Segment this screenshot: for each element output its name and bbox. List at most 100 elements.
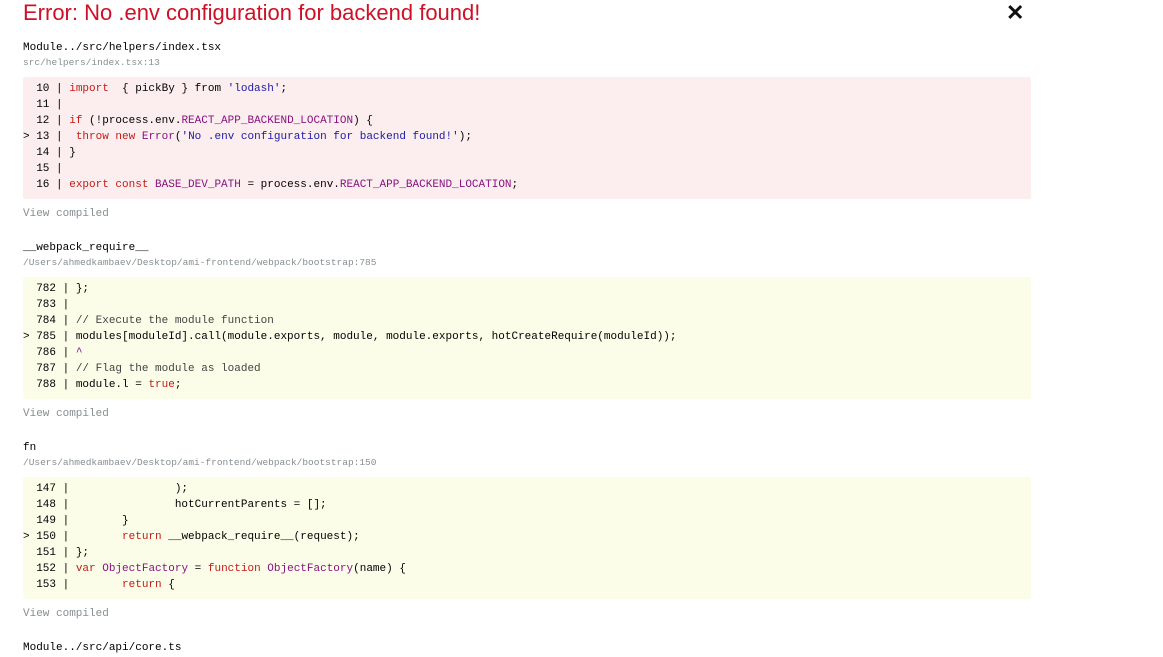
code-line: 151 | };: [23, 545, 1031, 561]
code-token: (!process.env.: [82, 115, 182, 127]
code-token: Error: [141, 131, 175, 143]
close-icon[interactable]: ✕: [1006, 1, 1024, 25]
error-title: Error: No .env configuration for backend…: [23, 0, 481, 25]
frame-location[interactable]: /Users/ahmedkambaev/Desktop/ami-frontend…: [23, 457, 1031, 469]
code-token: // Execute the module function: [75, 315, 274, 327]
code-token: 'No .env configuration for backend found…: [181, 131, 459, 143]
code-line: 152 | var ObjectFactory = function Objec…: [23, 561, 1031, 577]
code-token: module.l =: [75, 379, 149, 391]
code-token: import: [69, 83, 109, 95]
code-token: export const: [69, 179, 149, 191]
line-number: 16 |: [23, 179, 70, 191]
code-line: 149 | }: [23, 513, 1031, 529]
line-number: 788 |: [23, 379, 76, 391]
line-number: 149 |: [23, 515, 76, 527]
line-number: 147 |: [23, 483, 76, 495]
line-number: > 150 |: [23, 531, 76, 543]
code-line: 148 | hotCurrentParents = [];: [23, 497, 1031, 513]
code-line: > 150 | return __webpack_require__(reque…: [23, 529, 1031, 545]
code-line: 16 | export const BASE_DEV_PATH = proces…: [23, 177, 1031, 193]
line-number: 787 |: [23, 363, 76, 375]
code-line: 15 |: [23, 161, 1031, 177]
code-token: ;: [280, 83, 288, 95]
line-number: 10 |: [23, 83, 70, 95]
code-token: return: [122, 579, 162, 591]
code-line: 787 | // Flag the module as loaded: [23, 361, 1031, 377]
code-line: > 785 | modules[moduleId].call(module.ex…: [23, 329, 1031, 345]
code-token: BASE_DEV_PATH: [155, 179, 241, 191]
frame-function-name: __webpack_require__: [23, 242, 149, 254]
code-token: ) {: [353, 115, 373, 127]
code-line: 14 | }: [23, 145, 1031, 161]
line-number: 152 |: [23, 563, 76, 575]
code-line: 783 |: [23, 297, 1031, 313]
line-number: 786 |: [23, 347, 76, 359]
code-snippet: 782 | }; 783 | 784 | // Execute the modu…: [23, 277, 1031, 399]
line-number: > 13 |: [23, 131, 70, 143]
code-token: );: [458, 131, 472, 143]
frame-location[interactable]: src/helpers/index.tsx:13: [23, 57, 1031, 69]
view-compiled-link[interactable]: View compiled: [23, 407, 1031, 421]
code-token: 'lodash': [227, 83, 281, 95]
view-compiled-link[interactable]: View compiled: [23, 207, 1031, 221]
code-snippet: 10 | import { pickBy } from 'lodash'; 11…: [23, 77, 1031, 199]
code-line: 12 | if (!process.env.REACT_APP_BACKEND_…: [23, 113, 1031, 129]
line-number: 151 |: [23, 547, 76, 559]
code-token: if: [69, 115, 83, 127]
code-line: > 13 | throw new Error('No .env configur…: [23, 129, 1031, 145]
code-snippet: 147 | ); 148 | hotCurrentParents = []; 1…: [23, 477, 1031, 599]
code-token: function: [207, 563, 261, 575]
line-number: 782 |: [23, 283, 76, 295]
stack-frame: fn /Users/ahmedkambaev/Desktop/ami-front…: [23, 441, 1031, 621]
code-token: }: [69, 147, 76, 159]
stack-frame: __webpack_require__ /Users/ahmedkambaev/…: [23, 241, 1031, 421]
stack-frame: Module../src/api/core.ts: [23, 641, 1031, 655]
stack-frame: Module../src/helpers/index.tsx src/helpe…: [23, 41, 1031, 221]
frame-function-name: Module../src/api/core.ts: [23, 642, 182, 654]
frame-function-name: Module../src/helpers/index.tsx: [23, 42, 222, 54]
code-token: hotCurrentParents = [];: [75, 499, 327, 511]
code-token: modules[moduleId].call(module.exports, m…: [75, 331, 677, 343]
code-token: return: [122, 531, 162, 543]
code-token: ;: [174, 379, 182, 391]
code-line: 147 | );: [23, 481, 1031, 497]
line-number: 153 |: [23, 579, 76, 591]
code-line: 784 | // Execute the module function: [23, 313, 1031, 329]
code-token: =: [188, 563, 208, 575]
view-compiled-link[interactable]: View compiled: [23, 607, 1031, 621]
code-token: };: [75, 547, 90, 559]
line-number: 783 |: [23, 299, 76, 311]
frame-function-name: fn: [23, 442, 37, 454]
code-token: };: [75, 283, 90, 295]
code-line: 11 |: [23, 97, 1031, 113]
code-line: 786 | ^: [23, 345, 1031, 361]
frame-location[interactable]: /Users/ahmedkambaev/Desktop/ami-frontend…: [23, 257, 1031, 269]
line-number: 14 |: [23, 147, 70, 159]
code-token: { pickBy } from: [108, 83, 228, 95]
code-token: ObjectFactory: [102, 563, 189, 575]
code-token: }: [75, 515, 129, 527]
code-token: var: [75, 563, 96, 575]
line-number: 15 |: [23, 163, 70, 175]
code-line: 782 | };: [23, 281, 1031, 297]
code-token: ObjectFactory: [267, 563, 354, 575]
code-token: REACT_APP_BACKEND_LOCATION: [181, 115, 354, 127]
code-token: (name) {: [353, 563, 406, 575]
line-number: 12 |: [23, 115, 70, 127]
code-token: REACT_APP_BACKEND_LOCATION: [339, 179, 512, 191]
line-number: 784 |: [23, 315, 76, 327]
code-line: 10 | import { pickBy } from 'lodash';: [23, 81, 1031, 97]
line-number: > 785 |: [23, 331, 76, 343]
code-line: 153 | return {: [23, 577, 1031, 593]
code-token: // Flag the module as loaded: [75, 363, 261, 375]
code-token: __webpack_require__(request);: [161, 531, 360, 543]
code-line: 788 | module.l = true;: [23, 377, 1031, 393]
code-token: {: [161, 579, 175, 591]
code-token: = process.env.: [240, 179, 340, 191]
code-token: true: [148, 379, 175, 391]
code-token: );: [75, 483, 189, 495]
